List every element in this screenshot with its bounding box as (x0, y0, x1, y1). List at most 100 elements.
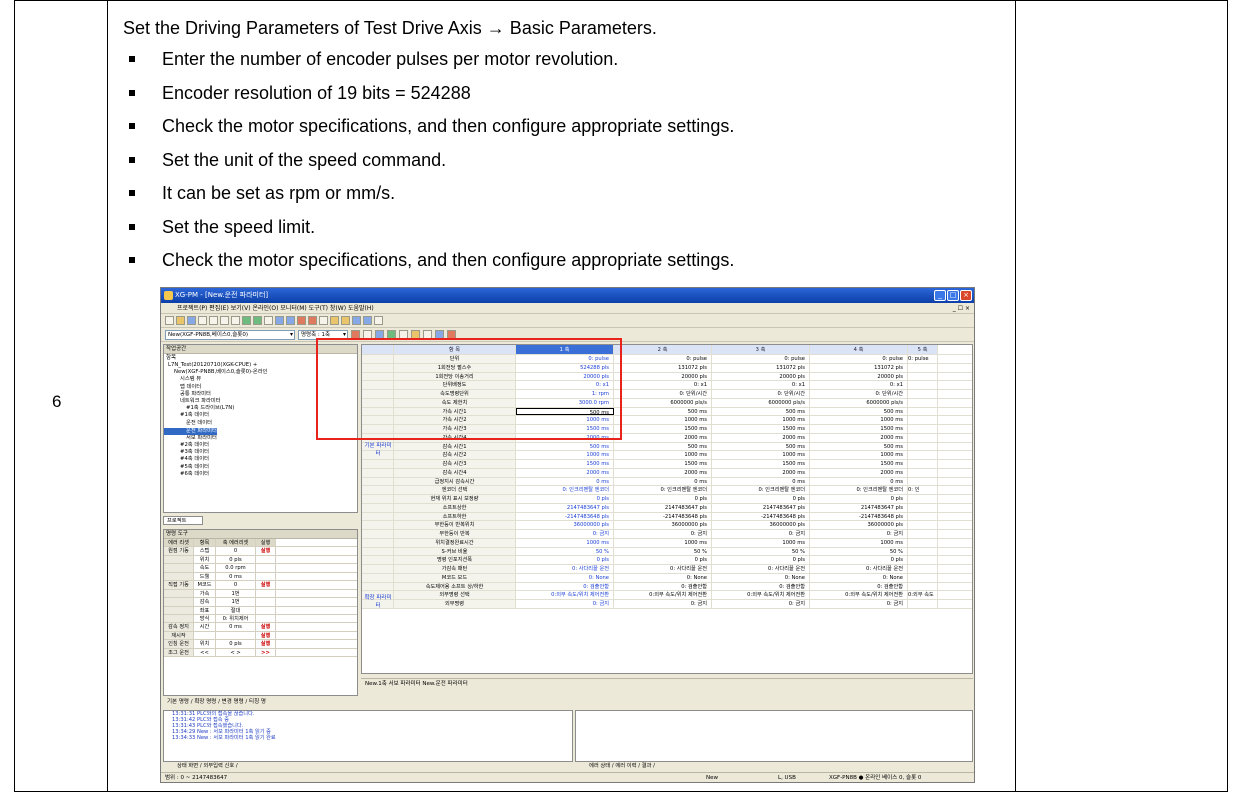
parameter-value[interactable]: 0: 인 (908, 486, 938, 494)
parameter-value[interactable]: 0: 금지 (810, 530, 908, 538)
parameter-value[interactable]: 0: 인크리멘탈 엔코더 (712, 486, 810, 494)
parameter-value[interactable]: -2147483648 pls (516, 512, 614, 521)
paste-icon[interactable] (231, 316, 240, 325)
parameter-value[interactable] (908, 416, 938, 424)
zoom-in-icon[interactable] (330, 316, 339, 325)
parameter-value[interactable]: 131072 pls (614, 363, 712, 372)
menu-items[interactable]: 프로젝트(P) 편집(E) 보기(V) 온라인(O) 모니터(M) 도구(T) … (177, 305, 374, 312)
parameter-value[interactable]: 0: None (614, 573, 712, 582)
parameter-value[interactable]: 1000 ms (712, 538, 810, 547)
parameter-value[interactable] (908, 565, 938, 573)
parameter-value[interactable]: 0: x1 (810, 381, 908, 389)
parameter-value[interactable]: 6000000 pls/s (810, 398, 908, 407)
parameter-value[interactable]: 0: 사다리꼴 운전 (516, 565, 614, 573)
zoom-out-icon[interactable] (341, 316, 350, 325)
parameter-value[interactable]: 1000 ms (712, 416, 810, 424)
redo-icon[interactable] (253, 316, 262, 325)
parameter-value[interactable]: 1000 ms (614, 451, 712, 459)
parameter-value[interactable]: 1000 ms (810, 538, 908, 547)
parameter-value[interactable]: 500 ms (810, 442, 908, 451)
parameter-value[interactable]: -2147483648 pls (614, 512, 712, 521)
command-cell[interactable] (256, 614, 276, 623)
parameter-value[interactable]: 1500 ms (712, 425, 810, 433)
parameter-value[interactable] (908, 372, 938, 381)
parameter-value[interactable] (908, 573, 938, 582)
read-icon[interactable] (297, 316, 306, 325)
parameter-value[interactable]: 0: 금지 (614, 530, 712, 538)
command-cell[interactable]: 실행 (256, 547, 276, 555)
grid-header-cell[interactable]: 4 축 (810, 345, 908, 354)
command-cell[interactable] (164, 589, 194, 598)
parameter-value[interactable] (908, 451, 938, 459)
parameter-value[interactable]: 500 ms (712, 407, 810, 416)
command-cell[interactable] (164, 564, 194, 572)
parameter-value[interactable]: 131072 pls (810, 363, 908, 372)
parameter-value[interactable]: 0: 사다리꼴 운전 (810, 565, 908, 573)
parameter-value[interactable]: 2147483647 pls (614, 503, 712, 512)
command-cell[interactable]: 인칭 운전 (164, 640, 194, 648)
parameter-value[interactable]: 131072 pls (712, 363, 810, 372)
parameter-value[interactable]: 0:외부 속도/위치 제어전환 (810, 591, 908, 599)
parameter-value[interactable]: 36000000 pls (810, 521, 908, 529)
parameter-value[interactable] (908, 503, 938, 512)
cut-icon[interactable] (209, 316, 218, 325)
parameter-value[interactable]: 0: 단위/시간 (614, 390, 712, 398)
document-tabs[interactable]: New.1축 서보 파라미터 New.운전 파라미터 (361, 678, 973, 688)
close-button[interactable]: × (960, 290, 972, 301)
disconnect-icon[interactable] (286, 316, 295, 325)
parameter-value[interactable] (908, 521, 938, 529)
command-cell[interactable] (256, 572, 276, 581)
parameter-value[interactable]: 50 % (712, 547, 810, 556)
write-icon[interactable] (308, 316, 317, 325)
command-cell[interactable]: 실행 (256, 623, 276, 631)
open-icon[interactable] (176, 316, 185, 325)
parameter-value[interactable] (908, 582, 938, 591)
command-cell[interactable] (164, 572, 194, 581)
parameter-value[interactable]: 2000 ms (810, 433, 908, 442)
parameter-value[interactable]: 0: 검출안함 (810, 582, 908, 591)
parameter-value[interactable]: 6000000 pls/s (614, 398, 712, 407)
parameter-value[interactable]: 0: pulse (614, 355, 712, 363)
parameter-value[interactable]: 0: 금지 (516, 600, 614, 608)
parameter-value[interactable]: 2000 ms (614, 433, 712, 442)
menu-bar[interactable]: 프로젝트(P) 편집(E) 보기(V) 온라인(O) 모니터(M) 도구(T) … (161, 303, 974, 314)
parameter-value[interactable]: 50 % (810, 547, 908, 556)
parameter-value[interactable]: 0 ms (712, 477, 810, 486)
parameter-value[interactable]: 0: 금지 (614, 600, 712, 608)
parameter-value[interactable]: 1500 ms (516, 460, 614, 468)
command-cell[interactable]: 재시작 (164, 631, 194, 640)
parameter-value[interactable]: 0: 인크리멘탈 엔코더 (614, 486, 712, 494)
parameter-value[interactable]: 50 % (614, 547, 712, 556)
parameter-value[interactable]: 0: 사다리꼴 운전 (712, 565, 810, 573)
device-select[interactable]: New(XGF-PN8B,베이스0,슬롯0) (165, 329, 295, 340)
command-cell[interactable] (256, 598, 276, 606)
command-cell[interactable] (256, 555, 276, 564)
parameter-value[interactable]: 6000000 pls/s (712, 398, 810, 407)
command-cell[interactable]: >> (256, 648, 276, 657)
parameter-value[interactable]: 1000 ms (614, 538, 712, 547)
parameter-value[interactable]: 1000 ms (614, 416, 712, 424)
parameter-value[interactable]: 500 ms (810, 407, 908, 416)
parameter-value[interactable]: 1000 ms (810, 416, 908, 424)
parameter-value[interactable]: 0 pls (516, 495, 614, 503)
parameter-value[interactable]: 0: 금지 (712, 530, 810, 538)
parameter-value[interactable]: 2000 ms (712, 468, 810, 477)
grid-header-cell[interactable]: 5 축 (908, 345, 938, 354)
parameter-value[interactable]: 50 % (516, 547, 614, 556)
command-cell[interactable] (256, 606, 276, 614)
parameter-value[interactable]: 0: None (712, 573, 810, 582)
parameter-value[interactable]: 0: None (516, 573, 614, 582)
parameter-value[interactable]: 0 pls (712, 556, 810, 564)
parameter-value[interactable]: 0:외부 속도 (908, 591, 938, 599)
parameter-value[interactable]: 500 ms (516, 442, 614, 451)
command-cell[interactable]: 실행 (256, 581, 276, 589)
mdi-window-controls[interactable]: _ ☐ × (953, 303, 970, 314)
parameter-value[interactable] (908, 495, 938, 503)
parameter-value[interactable] (908, 600, 938, 608)
parameter-value[interactable]: 2147483647 pls (810, 503, 908, 512)
parameter-value[interactable]: 0 pls (810, 495, 908, 503)
parameter-value[interactable]: 0 ms (614, 477, 712, 486)
find-icon[interactable] (264, 316, 273, 325)
parameter-value[interactable]: 0 ms (516, 477, 614, 486)
parameter-value[interactable]: 1000 ms (810, 451, 908, 459)
